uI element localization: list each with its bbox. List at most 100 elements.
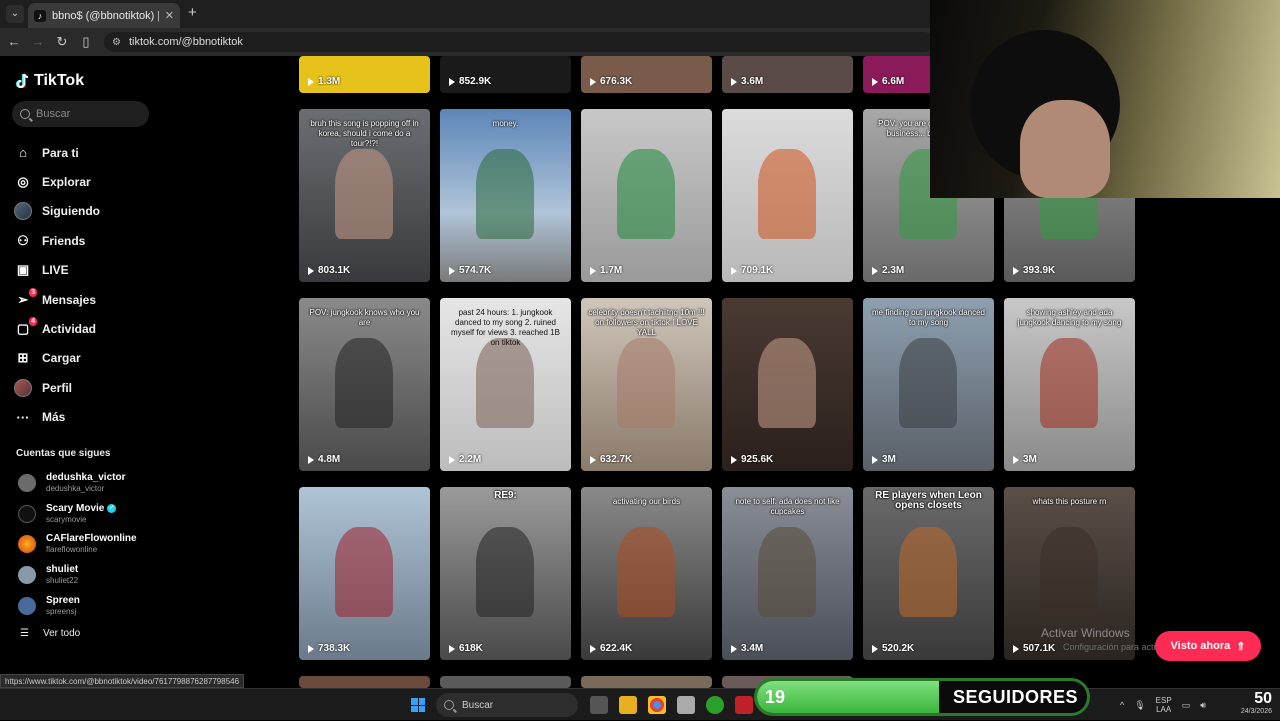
video-thumbnail[interactable]: 1.7M xyxy=(581,109,712,282)
avatar xyxy=(18,504,36,523)
language-indicator[interactable]: ESP LAA xyxy=(1156,696,1172,714)
video-thumbnail[interactable]: 709.1K xyxy=(722,109,853,282)
task-view-icon[interactable] xyxy=(590,696,608,714)
see-all-link[interactable]: ☰ Ver todo xyxy=(20,628,80,639)
account-name: shuliet xyxy=(46,564,79,576)
url-field[interactable]: ⚙ tiktok.com/@bbnotiktok xyxy=(104,32,934,52)
account-name: CAFlareFlowonline xyxy=(46,533,137,545)
thumbnail-figure xyxy=(476,338,534,428)
video-thumbnail[interactable]: past 24 hours: 1. jungkook danced to my … xyxy=(440,298,571,471)
store-icon[interactable] xyxy=(677,696,695,714)
video-thumbnail[interactable]: 852.9K xyxy=(440,56,571,93)
tab-close-icon[interactable]: ✕ xyxy=(165,9,174,22)
play-icon xyxy=(590,77,596,86)
video-thumbnail[interactable]: activating our birds 622.4K xyxy=(581,487,712,660)
windows-start-icon[interactable] xyxy=(411,698,425,712)
microphone-icon[interactable]: 🎙︎ xyxy=(1134,700,1145,711)
video-thumbnail[interactable]: celebrity doesn't tachiitng 10m !!! on f… xyxy=(581,298,712,471)
video-thumbnail[interactable]: showing ashley and ada jungkook dancing … xyxy=(1004,298,1135,471)
video-thumbnail[interactable]: RE9: 618K xyxy=(440,487,571,660)
video-caption: me finding out jungkook danced to my son… xyxy=(872,308,985,327)
visto-ahora-button[interactable]: Visto ahora ⇑ xyxy=(1155,631,1261,661)
video-thumbnail[interactable]: 3.6M xyxy=(722,56,853,93)
sidepanel-icon[interactable]: ▯ xyxy=(78,34,94,50)
video-caption: POV: jungkook knows who you are xyxy=(309,308,420,327)
nav-item-cargar[interactable]: ⊞ Cargar xyxy=(14,344,100,373)
play-icon xyxy=(872,455,878,464)
account-name: Spreen xyxy=(46,594,80,606)
video-thumbnail[interactable] xyxy=(581,676,712,688)
following-section-title: Cuentas que sigues xyxy=(16,448,111,459)
following-item[interactable]: shuliet shuliet22 xyxy=(18,560,137,591)
video-thumbnail[interactable] xyxy=(299,676,430,688)
video-thumbnail[interactable]: 676.3K xyxy=(581,56,712,93)
view-count: 803.1K xyxy=(308,265,350,276)
more-icon: ··· xyxy=(16,409,30,425)
view-count: 3M xyxy=(872,454,896,465)
messages-icon: ➢ 3 xyxy=(17,287,37,307)
nav-item-actividad[interactable]: ▢ 4 Actividad xyxy=(14,314,100,343)
tiktok-logo[interactable]: TikTok xyxy=(16,72,84,90)
video-thumbnail[interactable]: note to self: ada does not like cupcakes… xyxy=(722,487,853,660)
chrome-icon[interactable] xyxy=(648,696,666,714)
browser-tab[interactable]: ♪ bbno$ (@bbnotiktok) | TikTok ✕ xyxy=(28,3,180,28)
site-info-icon[interactable]: ⚙ xyxy=(112,37,121,48)
following-item[interactable]: Scary Movie ✓ scarymovie xyxy=(18,499,137,530)
nav-item-live[interactable]: ▣ LIVE xyxy=(14,256,100,285)
system-tray: ^ 🎙︎ ESP LAA ▭ 🔊︎ xyxy=(1120,689,1206,721)
thumbnail-figure xyxy=(758,527,816,617)
view-count-text: 1.3M xyxy=(318,76,341,87)
taskbar-search-label: Buscar xyxy=(462,699,494,711)
play-icon xyxy=(308,455,314,464)
nav-item-siguiendo[interactable]: Siguiendo xyxy=(14,197,100,226)
following-item[interactable]: Spreen spreensj xyxy=(18,590,137,621)
thumbnail-figure xyxy=(899,527,957,617)
nav-label: Perfil xyxy=(42,380,73,395)
video-thumbnail[interactable]: 738.3K xyxy=(299,487,430,660)
nav-item-para-ti[interactable]: ⌂ Para ti xyxy=(14,138,100,167)
following-item[interactable]: CAFlareFlowonline flareflowonline xyxy=(18,529,137,560)
video-thumbnail[interactable]: me finding out jungkook danced to my son… xyxy=(863,298,994,471)
view-count-text: 925.6K xyxy=(741,454,774,465)
search-input[interactable]: Buscar xyxy=(12,101,149,127)
search-placeholder: Buscar xyxy=(36,108,71,120)
video-thumbnail[interactable]: RE players when Leon opens closets 520.2… xyxy=(863,487,994,660)
nav-item-perfil[interactable]: Perfil xyxy=(14,373,100,402)
video-caption: celebrity doesn't tachiitng 10m !!! on f… xyxy=(588,308,705,337)
video-thumbnail[interactable]: POV: jungkook knows who you are 4.8M xyxy=(299,298,430,471)
nav-item-explorar[interactable]: ◎ Explorar xyxy=(14,167,100,196)
thumbnail-figure xyxy=(617,338,675,428)
video-thumbnail[interactable]: 925.6K xyxy=(722,298,853,471)
view-count: 618K xyxy=(449,643,483,654)
upload-icon: ⊞ xyxy=(17,350,29,366)
video-thumbnail[interactable]: bruh this song is popping off in korea, … xyxy=(299,109,430,282)
view-count-text: 803.1K xyxy=(318,265,351,276)
view-count-text: 6.6M xyxy=(882,76,905,87)
nav-item-mensajes[interactable]: ➢ 3 Mensajes xyxy=(14,285,100,314)
app-icon[interactable] xyxy=(735,696,753,714)
back-icon[interactable]: ← xyxy=(6,34,22,50)
play-icon xyxy=(731,644,737,653)
forward-icon[interactable]: → xyxy=(30,34,46,50)
new-tab-button[interactable]: + xyxy=(188,5,197,21)
nav-item-friends[interactable]: ⚇ Friends xyxy=(14,226,100,255)
followers-goal-widget: 19 SEGUIDORES xyxy=(754,678,1090,716)
tab-list-button[interactable]: ⌄ xyxy=(6,5,24,23)
following-avatar xyxy=(14,202,32,221)
taskbar-clock[interactable]: 50 24/3/2026 xyxy=(1230,690,1272,715)
network-icon[interactable]: ▭ xyxy=(1182,700,1191,711)
taskbar-search[interactable]: Buscar xyxy=(436,693,578,717)
play-icon xyxy=(872,266,878,275)
thumbnail-figure xyxy=(335,338,393,428)
volume-icon[interactable]: 🔊︎ xyxy=(1200,700,1206,711)
video-thumbnail[interactable]: money. 574.7K xyxy=(440,109,571,282)
view-count-text: 632.7K xyxy=(600,454,633,465)
file-explorer-icon[interactable] xyxy=(619,696,637,714)
video-thumbnail[interactable]: 1.3M xyxy=(299,56,430,93)
reload-icon[interactable]: ↻ xyxy=(54,34,70,50)
chevron-up-icon[interactable]: ^ xyxy=(1120,700,1124,710)
video-thumbnail[interactable] xyxy=(440,676,571,688)
following-item[interactable]: dedushka_victor dedushka_victor xyxy=(18,468,137,499)
xbox-icon[interactable] xyxy=(706,696,724,714)
nav-item-mas[interactable]: ··· Más xyxy=(14,403,100,432)
